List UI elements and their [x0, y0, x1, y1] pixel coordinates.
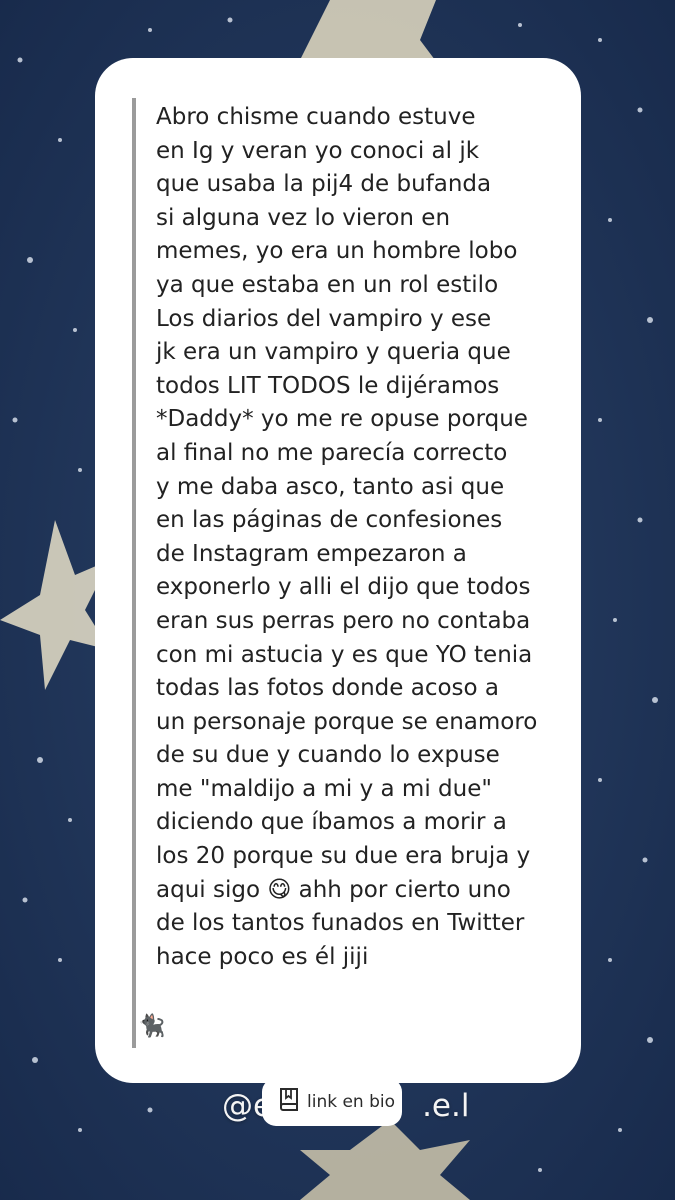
message-line: en las páginas de confesiones: [156, 507, 503, 534]
message-line: que usaba la pij4 de bufanda: [156, 171, 492, 198]
message-text: Abro chisme cuando estuve en Ig y veran …: [156, 101, 566, 974]
message-line: si alguna vez lo vieron en: [156, 204, 451, 231]
message-line: en Ig y veran yo conoci al jk: [156, 137, 480, 164]
sticker-label: link en bio: [307, 1092, 396, 1112]
message-line: Los diarios del vampiro y ese: [156, 305, 492, 332]
message-line: aqui sigo 😋 ahh por cierto uno: [156, 876, 511, 903]
message-line: exponerlo y alli el dijo que todos: [156, 574, 531, 601]
message-line: al final no me parecía correcto: [156, 439, 508, 466]
message-line: ya que estaba en un rol estilo: [156, 271, 499, 298]
message-line: diciendo que íbamos a morir a: [156, 809, 507, 836]
message-line: un personaje porque se enamoro: [156, 708, 538, 735]
message-line: jk era un vampiro y queria que: [156, 339, 511, 366]
link-in-bio-sticker[interactable]: link en bio: [262, 1078, 402, 1126]
quote-bar: [132, 98, 136, 1048]
message-line: todos LIT TODOS le dijéramos: [156, 372, 500, 399]
message-line: me "maldijo a mi y a mi due": [156, 775, 492, 802]
message-line: *Daddy* yo me re opuse porque: [156, 406, 528, 433]
message-line: hace poco es él jiji: [156, 943, 369, 970]
message-line: de Instagram empezaron a: [156, 540, 467, 567]
message-line: de los tantos funados en Twitter: [156, 910, 525, 937]
handle-right: .e.l: [422, 1088, 470, 1124]
black-cat-icon: 🐈‍⬛: [138, 1014, 166, 1039]
message-line: Abro chisme cuando estuve: [156, 104, 476, 130]
message-line: memes, yo era un hombre lobo: [156, 238, 518, 265]
message-line: y me daba asco, tanto asi que: [156, 473, 505, 500]
message-line: de su due y cuando lo expuse: [156, 742, 500, 769]
message-line: eran sus perras pero no contaba: [156, 607, 531, 634]
message-line: todas las fotos donde acoso a: [156, 675, 499, 702]
message-card: Abro chisme cuando estuve en Ig y veran …: [95, 58, 581, 1083]
message-line: los 20 porque su due era bruja y: [156, 843, 531, 870]
book-icon: [278, 1087, 302, 1117]
message-line: con mi astucia y es que YO tenia: [156, 641, 533, 668]
